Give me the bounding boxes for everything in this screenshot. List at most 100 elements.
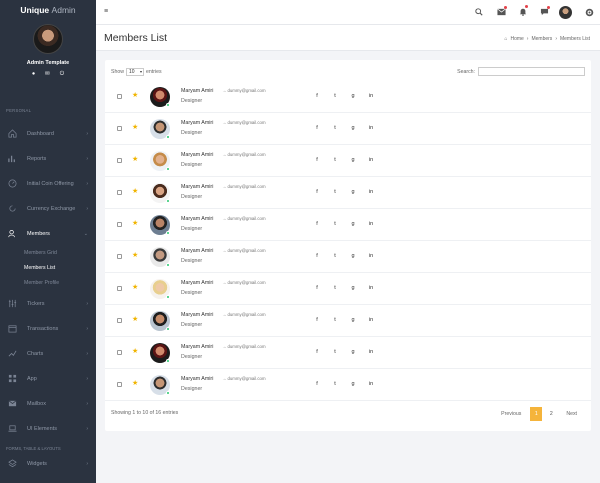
linkedin-icon[interactable]: in <box>367 157 375 163</box>
sidebar-item-members[interactable]: Members ⌄ <box>0 221 96 246</box>
linkedin-icon[interactable]: in <box>367 221 375 227</box>
star-icon[interactable]: ★ <box>132 251 138 259</box>
sidebar-item-mailbox[interactable]: Mailbox › <box>0 391 96 416</box>
member-name[interactable]: Maryam Amiri <box>181 248 213 254</box>
breadcrumb-home[interactable]: Home <box>510 36 523 42</box>
row-checkbox[interactable] <box>117 286 122 291</box>
sidebar-item-charts[interactable]: Charts › <box>0 341 96 366</box>
sidebar-item-widgets[interactable]: Widgets › <box>0 451 96 476</box>
linkedin-icon[interactable]: in <box>367 253 375 259</box>
table-row[interactable]: ★ Maryam Amiri → dummy@gmail.com Designer f t… <box>105 145 591 177</box>
search-input[interactable] <box>478 67 585 76</box>
table-row[interactable]: ★ Maryam Amiri → dummy@gmail.com Designer f t… <box>105 337 591 369</box>
star-icon[interactable]: ★ <box>132 283 138 291</box>
user-icon[interactable]: ● <box>32 71 35 78</box>
facebook-icon[interactable]: f <box>313 253 321 259</box>
github-icon[interactable]: g <box>349 285 357 291</box>
linkedin-icon[interactable]: in <box>367 349 375 355</box>
bell-icon[interactable] <box>519 7 527 16</box>
twitter-icon[interactable]: t <box>331 253 339 259</box>
sidebar-item-transactions[interactable]: Transactions › <box>0 316 96 341</box>
member-name[interactable]: Maryam Amiri <box>181 152 213 158</box>
member-name[interactable]: Maryam Amiri <box>181 376 213 382</box>
star-icon[interactable]: ★ <box>132 91 138 99</box>
twitter-icon[interactable]: t <box>331 381 339 387</box>
sidebar-item-ui-elements[interactable]: UI Elements › <box>0 416 96 441</box>
linkedin-icon[interactable]: in <box>367 381 375 387</box>
member-avatar[interactable] <box>150 87 170 107</box>
github-icon[interactable]: g <box>349 189 357 195</box>
github-icon[interactable]: g <box>349 125 357 131</box>
facebook-icon[interactable]: f <box>313 381 321 387</box>
member-email[interactable]: → dummy@gmail.com <box>222 120 266 125</box>
member-email[interactable]: → dummy@gmail.com <box>222 312 266 317</box>
linkedin-icon[interactable]: in <box>367 93 375 99</box>
member-avatar[interactable] <box>150 311 170 331</box>
chat-icon[interactable] <box>540 8 549 16</box>
member-avatar[interactable] <box>150 279 170 299</box>
twitter-icon[interactable]: t <box>331 221 339 227</box>
facebook-icon[interactable]: f <box>313 349 321 355</box>
table-row[interactable]: ★ Maryam Amiri → dummy@gmail.com Designer f t… <box>105 369 591 401</box>
star-icon[interactable]: ★ <box>132 155 138 163</box>
row-checkbox[interactable] <box>117 190 122 195</box>
sidebar-item-app[interactable]: App › <box>0 366 96 391</box>
submenu-item-members-grid[interactable]: Members Grid <box>0 246 96 261</box>
member-name[interactable]: Maryam Amiri <box>181 216 213 222</box>
entries-select[interactable]: 10 ▾ <box>125 68 144 76</box>
member-name[interactable]: Maryam Amiri <box>181 280 213 286</box>
member-email[interactable]: → dummy@gmail.com <box>222 152 266 157</box>
sidebar-item-dashboard[interactable]: Dashboard › <box>0 121 96 146</box>
gear-icon[interactable] <box>585 8 594 17</box>
star-icon[interactable]: ★ <box>132 219 138 227</box>
facebook-icon[interactable]: f <box>313 317 321 323</box>
github-icon[interactable]: g <box>349 93 357 99</box>
table-row[interactable]: ★ Maryam Amiri → dummy@gmail.com Designer f t… <box>105 81 591 113</box>
power-icon[interactable]: ⏻ <box>60 71 64 78</box>
linkedin-icon[interactable]: in <box>367 189 375 195</box>
table-row[interactable]: ★ Maryam Amiri → dummy@gmail.com Designer f t… <box>105 177 591 209</box>
member-avatar[interactable] <box>150 215 170 235</box>
member-email[interactable]: → dummy@gmail.com <box>222 280 266 285</box>
facebook-icon[interactable]: f <box>313 189 321 195</box>
member-email[interactable]: → dummy@gmail.com <box>222 248 266 253</box>
twitter-icon[interactable]: t <box>331 285 339 291</box>
twitter-icon[interactable]: t <box>331 317 339 323</box>
pagination-next[interactable]: Next <box>560 407 583 421</box>
star-icon[interactable]: ★ <box>132 123 138 131</box>
table-row[interactable]: ★ Maryam Amiri → dummy@gmail.com Designer f t… <box>105 305 591 337</box>
row-checkbox[interactable] <box>117 350 122 355</box>
table-row[interactable]: ★ Maryam Amiri → dummy@gmail.com Designer f t… <box>105 209 591 241</box>
pagination-page-1[interactable]: 1 <box>530 407 543 421</box>
facebook-icon[interactable]: f <box>313 285 321 291</box>
twitter-icon[interactable]: t <box>331 157 339 163</box>
pagination-previous[interactable]: Previous <box>495 407 527 421</box>
twitter-icon[interactable]: t <box>331 125 339 131</box>
github-icon[interactable]: g <box>349 317 357 323</box>
pagination-page-2[interactable]: 2 <box>545 407 557 421</box>
sidebar-item-currency-exchange[interactable]: Currency Exchange › <box>0 196 96 221</box>
member-avatar[interactable] <box>150 247 170 267</box>
member-avatar[interactable] <box>150 343 170 363</box>
row-checkbox[interactable] <box>117 254 122 259</box>
search-icon[interactable] <box>475 8 483 16</box>
github-icon[interactable]: g <box>349 349 357 355</box>
linkedin-icon[interactable]: in <box>367 317 375 323</box>
member-name[interactable]: Maryam Amiri <box>181 88 213 94</box>
member-avatar[interactable] <box>150 375 170 395</box>
twitter-icon[interactable]: t <box>331 93 339 99</box>
member-avatar[interactable] <box>150 151 170 171</box>
mail-icon[interactable] <box>497 8 506 16</box>
member-avatar[interactable] <box>150 183 170 203</box>
member-email[interactable]: → dummy@gmail.com <box>222 344 266 349</box>
row-checkbox[interactable] <box>117 126 122 131</box>
submenu-item-members-list[interactable]: Members List <box>0 261 96 276</box>
submenu-item-member-profile[interactable]: Member Profile <box>0 276 96 291</box>
member-avatar[interactable] <box>150 119 170 139</box>
breadcrumb-members[interactable]: Members <box>531 36 552 42</box>
star-icon[interactable]: ★ <box>132 379 138 387</box>
sidebar-item-ico[interactable]: Initial Coin Offering › <box>0 171 96 196</box>
table-row[interactable]: ★ Maryam Amiri → dummy@gmail.com Designer f t… <box>105 273 591 305</box>
facebook-icon[interactable]: f <box>313 125 321 131</box>
facebook-icon[interactable]: f <box>313 93 321 99</box>
